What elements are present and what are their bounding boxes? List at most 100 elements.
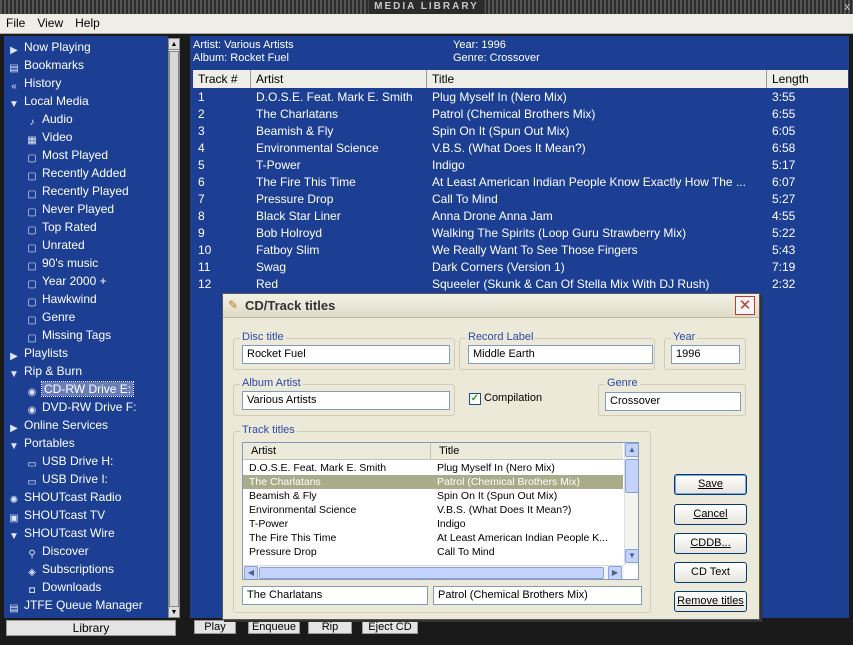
nav-item[interactable]: ▢ Genre [26,308,75,326]
table-row[interactable]: 10 Fatboy Slim We Really Want To See Those… [193,242,848,259]
cancel-button[interactable]: Cancel [674,504,747,525]
column-artist[interactable]: Artist [251,70,427,88]
table-row[interactable]: 4 Environmental Science V.B.S. (What Does … [193,140,848,157]
table-row[interactable]: 1 D.O.S.E. Feat. Mark E. Smith Plug Myself… [193,89,848,106]
nav-item[interactable]: ⚲ Discover [26,542,88,560]
table-row[interactable]: 7 Pressure Drop Call To Mind 5:27 [193,191,848,208]
list-item[interactable]: Pressure Drop Call To Mind [243,545,623,559]
column-title[interactable]: Title [427,70,767,88]
nav-item[interactable]: ◉ DVD-RW Drive F: [26,398,137,416]
nav-item[interactable]: ▢ Recently Played [26,182,128,200]
edit-title-field[interactable]: Patrol (Chemical Brothers Mix) [433,586,642,605]
compilation-checkbox[interactable]: ✓ [469,393,481,405]
list-item[interactable]: The Fire This Time At Least American Indi… [243,531,623,545]
table-row[interactable]: 5 T-Power Indigo 5:17 [193,157,848,174]
nav-item[interactable]: ◈ Subscriptions [26,560,114,578]
expanded-triangle-icon[interactable]: ▼ [8,99,20,111]
rip-button[interactable]: Rip [308,620,352,634]
save-button[interactable]: Save [674,474,747,495]
table-row[interactable]: 2 The Charlatans Patrol (Chemical Brothers… [193,106,848,123]
list-column-title[interactable]: Title [431,443,623,460]
navigation-scrollbar[interactable]: ▲ ▼ [168,38,180,618]
list-vertical-thumb[interactable] [625,459,638,493]
play-button[interactable]: Play [194,620,236,634]
nav-item[interactable]: ▼ SHOUTcast Wire [8,524,115,542]
enqueue-button[interactable]: Enqueue [248,620,300,634]
nav-item[interactable]: ▢ Unrated [26,236,84,254]
window-close-button[interactable]: x [845,0,851,14]
list-item[interactable]: The Charlatans Patrol (Chemical Brothers … [243,475,623,489]
scroll-up-icon[interactable]: ▲ [169,39,179,50]
nav-item[interactable]: ▶ Online Services [8,416,108,434]
nav-item[interactable]: ♪ Audio [26,110,73,128]
dialog-title-bar[interactable]: ✎ CD/Track titles ✕ [223,294,759,318]
list-scroll-right-icon[interactable]: ▶ [608,566,622,579]
list-horizontal-scrollbar[interactable]: ◀ ▶ [243,565,624,579]
scroll-down-icon[interactable]: ▼ [169,606,179,617]
expanded-triangle-icon[interactable]: ▼ [8,369,20,381]
column-length[interactable]: Length [767,70,848,88]
nav-item[interactable]: ▢ Recently Added [26,164,126,182]
menu-file[interactable]: File [0,14,31,33]
expanded-triangle-icon[interactable]: ▼ [8,531,20,543]
remove-titles-button[interactable]: Remove titles [674,591,747,612]
window-title-bar[interactable]: MEDIA LIBRARY x [0,0,853,14]
nav-item[interactable]: ▭ USB Drive H: [26,452,113,470]
nav-item[interactable]: ▢ Missing Tags [26,326,111,344]
table-row[interactable]: 3 Beamish & Fly Spin On It (Spun Out Mix) 6… [193,123,848,140]
list-item[interactable]: Environmental Science V.B.S. (What Does I… [243,503,623,517]
nav-item[interactable]: ▦ Video [26,128,72,146]
disc-title-field[interactable]: Rocket Fuel [242,345,450,364]
list-item[interactable]: Beamish & Fly Spin On It (Spun Out Mix) [243,489,623,503]
nav-item[interactable]: ✺ SHOUTcast Radio [8,488,122,506]
nav-item[interactable]: ▭ USB Drive I: [26,470,108,488]
nav-item[interactable]: ▤ JTFE Queue Manager [8,596,142,614]
list-scroll-left-icon[interactable]: ◀ [244,566,258,579]
list-item[interactable]: T-Power Indigo [243,517,623,531]
table-row[interactable]: 8 Black Star Liner Anna Drone Anna Jam 4:55 [193,208,848,225]
table-row[interactable]: 11 Swag Dark Corners (Version 1) 7:19 [193,259,848,276]
track-titles-list[interactable]: Artist Title D.O.S.E. Feat. Mark E. Smit… [242,442,639,580]
list-scroll-down-icon[interactable]: ▼ [625,549,638,563]
table-row[interactable]: 9 Bob Holroyd Walking The Spirits (Loop Gu… [193,225,848,242]
cd-text-button[interactable]: CD Text [674,562,747,583]
nav-item[interactable]: ▼ Portables [8,434,75,452]
list-item[interactable]: D.O.S.E. Feat. Mark E. Smith Plug Myself … [243,461,623,475]
expanded-triangle-icon[interactable]: ▼ [8,441,20,453]
nav-item[interactable]: ▣ SHOUTcast TV [8,506,105,524]
table-row[interactable]: 6 The Fire This Time At Least American Ind… [193,174,848,191]
nav-item[interactable]: ▢ 90's music [26,254,98,272]
list-scroll-up-icon[interactable]: ▲ [625,443,638,457]
nav-item[interactable]: ◉ CD-RW Drive E: [26,380,135,398]
track-number-cell: 9 [198,226,205,240]
dialog-close-button[interactable]: ✕ [735,296,755,315]
list-column-artist[interactable]: Artist [243,443,431,460]
nav-item[interactable]: ▢ Most Played [26,146,108,164]
album-artist-field[interactable]: Various Artists [242,391,450,410]
list-vertical-scrollbar[interactable]: ▲ ▼ [624,443,638,565]
nav-item[interactable]: ▢ Hawkwind [26,290,96,308]
nav-item[interactable]: ▶ Playlists [8,344,68,362]
eject-cd-button[interactable]: Eject CD [362,620,418,634]
nav-item[interactable]: ◘ Downloads [26,578,101,596]
nav-item[interactable]: ▤ Bookmarks [8,56,84,74]
nav-item[interactable]: ▢ Year 2000 + [26,272,106,290]
edit-artist-field[interactable]: The Charlatans [242,586,428,605]
library-button[interactable]: Library [6,620,176,636]
nav-item[interactable]: ▼ Local Media [8,92,89,110]
table-row[interactable]: 12 Red Squeeler (Skunk & Can Of Stella Mix… [193,276,848,293]
record-label-field[interactable]: Middle Earth [468,345,653,364]
scroll-thumb[interactable] [169,51,179,611]
menu-view[interactable]: View [31,14,69,33]
nav-item[interactable]: ▶ Now Playing [8,38,91,56]
genre-field[interactable]: Crossover [605,392,741,411]
column-track-number[interactable]: Track # [193,70,251,88]
menu-help[interactable]: Help [69,14,106,33]
nav-item[interactable]: «History [8,74,61,92]
nav-item[interactable]: ▢ Never Played [26,200,114,218]
cddb-button[interactable]: CDDB... [674,533,747,554]
nav-item[interactable]: ▢ Top Rated [26,218,96,236]
list-horizontal-thumb[interactable] [259,567,604,579]
nav-item[interactable]: ▼ Rip & Burn [8,362,82,380]
year-field[interactable]: 1996 [671,345,740,364]
